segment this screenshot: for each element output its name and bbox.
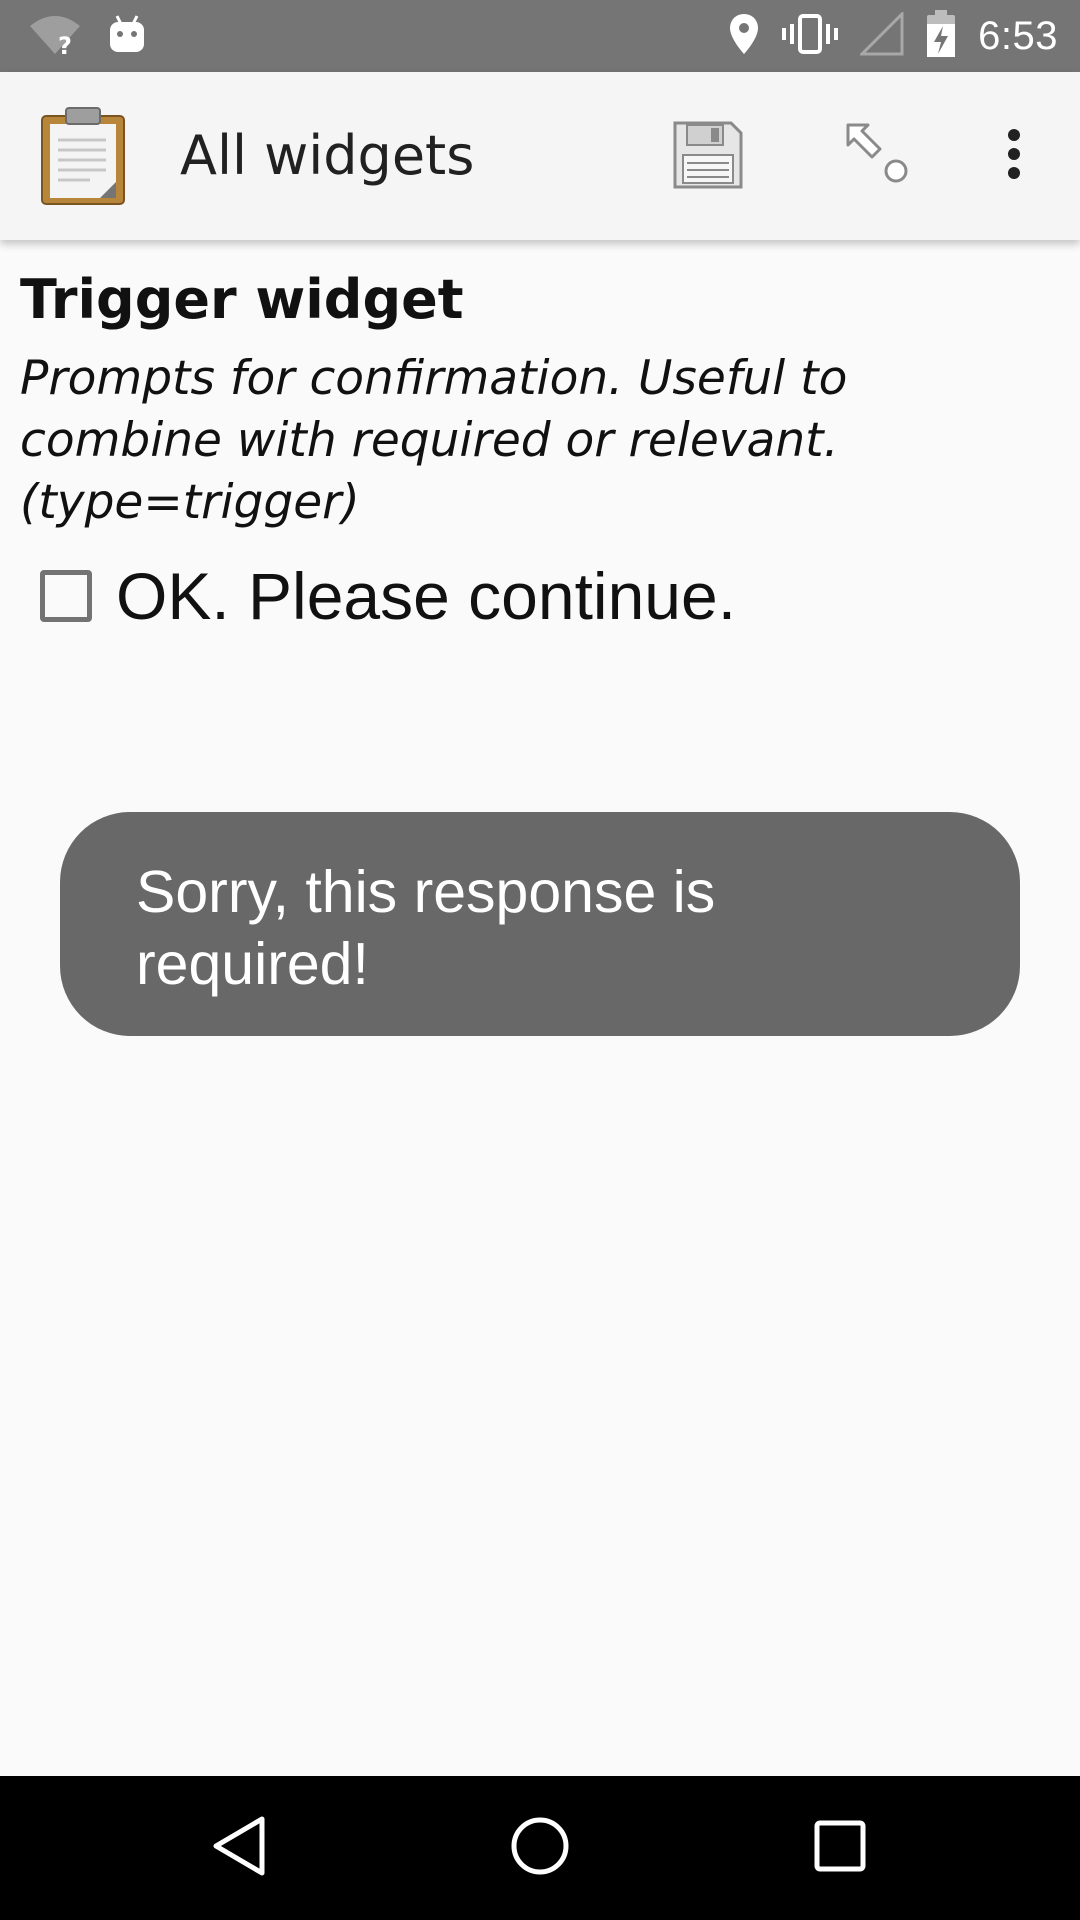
home-icon: [510, 1816, 570, 1880]
location-icon: [728, 12, 760, 60]
back-icon: [210, 1815, 270, 1881]
more-options-button[interactable]: [990, 116, 1038, 196]
trigger-checkbox-row[interactable]: OK. Please continue.: [40, 558, 736, 634]
save-icon: [671, 117, 745, 195]
save-button[interactable]: [668, 116, 748, 196]
question-title: Trigger widget: [20, 268, 464, 331]
more-options-icon: [1006, 128, 1022, 184]
recents-button[interactable]: [804, 1812, 876, 1884]
toast-text: Sorry, this response is required!: [136, 859, 716, 997]
trigger-checkbox[interactable]: [40, 570, 92, 622]
jump-to-question-icon: [842, 121, 914, 191]
clipboard-form-icon: [40, 106, 126, 206]
no-signal-icon: [858, 10, 904, 60]
home-button[interactable]: [504, 1812, 576, 1884]
battery-charging-icon: [926, 10, 956, 62]
navigation-bar: [0, 1776, 1080, 1920]
vibrate-icon: [782, 12, 839, 60]
status-left-group: ?: [28, 12, 146, 60]
app-bar: All widgets: [0, 72, 1080, 240]
app-title: All widgets: [180, 124, 475, 187]
status-bar: ? 6:53: [0, 0, 1080, 72]
question-hint: Prompts for confirmation. Useful to comb…: [20, 351, 848, 530]
wifi-unknown-icon: ?: [28, 12, 82, 60]
recents-icon: [814, 1820, 866, 1876]
trigger-label[interactable]: OK. Please continue.: [116, 558, 736, 634]
status-right-group: 6:53: [728, 10, 1058, 62]
svg-text:?: ?: [58, 32, 72, 56]
status-time: 6:53: [978, 13, 1058, 58]
android-debug-icon: [108, 14, 146, 58]
toast-message: Sorry, this response is required!: [60, 812, 1020, 1036]
jump-to-question-button[interactable]: [838, 116, 918, 196]
back-button[interactable]: [204, 1812, 276, 1884]
